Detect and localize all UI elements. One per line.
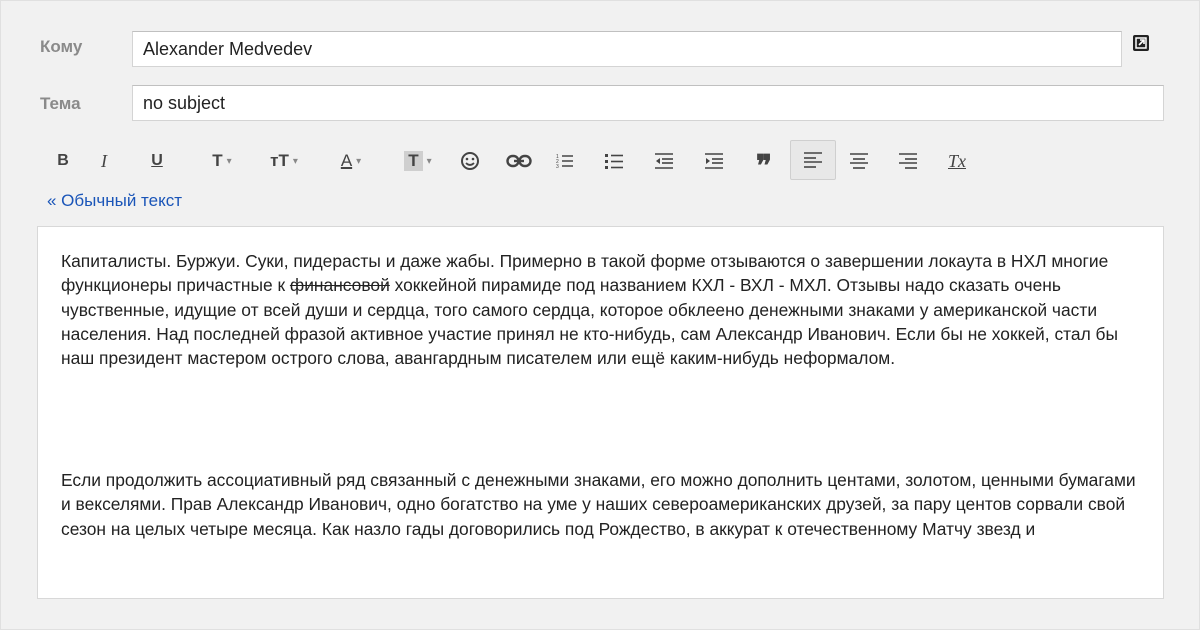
align-center-icon bbox=[850, 153, 868, 169]
align-left-icon bbox=[804, 152, 822, 168]
indent-more-icon bbox=[705, 153, 723, 169]
subject-label: Тема bbox=[40, 94, 81, 113]
strikethrough-text: финансовой bbox=[289, 275, 390, 296]
align-right-button[interactable] bbox=[896, 143, 920, 179]
plain-text-link[interactable]: « Обычный текст bbox=[47, 191, 182, 211]
popout-icon[interactable] bbox=[1133, 35, 1149, 51]
indent-less-button[interactable] bbox=[652, 143, 676, 179]
underline-button[interactable]: U bbox=[146, 143, 168, 179]
font-button[interactable]: T ▾ bbox=[197, 143, 247, 179]
emoji-button[interactable] bbox=[456, 143, 484, 179]
chevron-down-icon: ▾ bbox=[426, 155, 432, 167]
quote-button[interactable]: ❞ bbox=[750, 143, 778, 183]
bold-button[interactable]: B bbox=[52, 143, 74, 179]
highlight-icon: T bbox=[404, 151, 423, 171]
paragraph-2: Если продолжить ассоциативный ряд связан… bbox=[61, 470, 1136, 539]
link-button[interactable] bbox=[502, 143, 536, 179]
bulleted-list-button[interactable] bbox=[602, 143, 626, 179]
chevron-down-icon: ▾ bbox=[292, 155, 298, 167]
numbered-list-icon: 1 2 3 bbox=[556, 154, 573, 170]
link-icon bbox=[506, 154, 532, 168]
to-label: Кому bbox=[40, 37, 83, 56]
paragraph-1: Капиталисты. Буржуи. Суки, пидерасты и д… bbox=[61, 249, 1141, 370]
numbered-list-button[interactable]: 1 2 3 bbox=[554, 143, 576, 179]
indent-more-button[interactable] bbox=[702, 143, 726, 179]
message-body[interactable]: Капиталисты. Буржуи. Суки, пидерасты и д… bbox=[37, 226, 1164, 599]
align-right-icon bbox=[899, 153, 917, 169]
clear-formatting-button[interactable]: Tx bbox=[943, 143, 971, 179]
formatting-toolbar: B I U T ▾ тT ▾ A ▾ T ▾ 1 2 3 ❞ Tx bbox=[50, 140, 1150, 183]
subject-field[interactable]: no subject bbox=[132, 85, 1164, 121]
font-icon: T bbox=[212, 151, 223, 170]
chevron-down-icon: ▾ bbox=[356, 155, 362, 167]
italic-button[interactable]: I bbox=[93, 143, 115, 179]
text-color-button[interactable]: A ▾ bbox=[326, 143, 376, 179]
size-button[interactable]: тT ▾ bbox=[255, 143, 313, 179]
svg-text:3: 3 bbox=[556, 164, 559, 170]
text-color-icon: A bbox=[340, 151, 353, 170]
bulleted-list-icon bbox=[605, 154, 623, 169]
align-left-button[interactable] bbox=[790, 140, 836, 180]
align-center-button[interactable] bbox=[847, 143, 871, 179]
chevron-down-icon: ▾ bbox=[226, 155, 232, 167]
to-field[interactable]: Alexander Medvedev bbox=[132, 31, 1122, 67]
text-size-icon: тT bbox=[270, 151, 289, 170]
emoji-icon bbox=[461, 152, 479, 170]
highlight-button[interactable]: T ▾ bbox=[392, 143, 444, 179]
fade-overlay bbox=[38, 538, 1163, 598]
indent-less-icon bbox=[655, 153, 673, 169]
